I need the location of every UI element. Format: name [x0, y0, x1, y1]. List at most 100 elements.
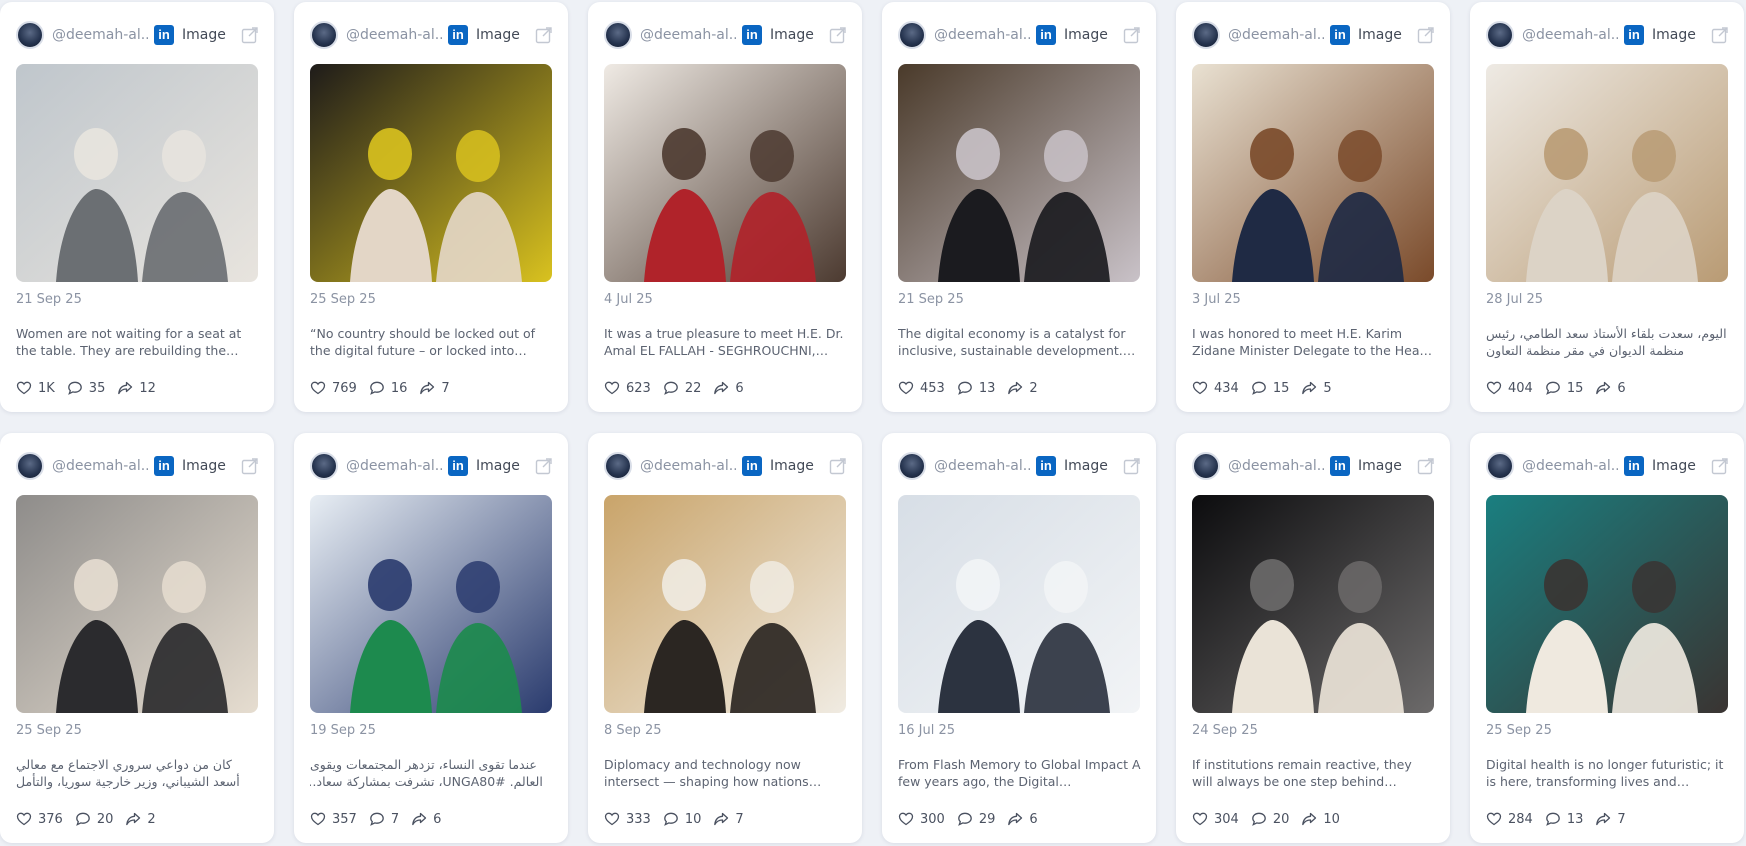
engagement-stats: 453 13 2 [898, 380, 1050, 396]
linkedin-icon: in [1330, 25, 1350, 45]
shares-count: 6 [1029, 811, 1038, 827]
avatar[interactable] [16, 452, 44, 480]
post-image[interactable] [898, 64, 1140, 282]
post-card[interactable]: @deemah-al... in Image 16 Jul 25 From Fl… [882, 433, 1156, 843]
external-link-icon[interactable] [828, 456, 848, 476]
share-icon [118, 381, 133, 395]
comment-icon [1251, 812, 1266, 826]
author-handle[interactable]: @deemah-al... [52, 27, 148, 43]
author-handle[interactable]: @deemah-al... [346, 27, 442, 43]
external-link-icon[interactable] [534, 456, 554, 476]
shares-count: 7 [1617, 811, 1626, 827]
post-image[interactable] [898, 495, 1140, 713]
avatar[interactable] [310, 452, 338, 480]
likes-count: 404 [1508, 380, 1533, 396]
external-link-icon[interactable] [240, 25, 260, 45]
post-type-label: Image [1358, 27, 1402, 43]
avatar[interactable] [1192, 21, 1220, 49]
avatar[interactable] [16, 21, 44, 49]
share-icon [1008, 381, 1023, 395]
avatar[interactable] [604, 21, 632, 49]
post-image[interactable] [1486, 64, 1728, 282]
external-link-icon[interactable] [1416, 25, 1436, 45]
external-link-icon[interactable] [1122, 25, 1142, 45]
comments-count: 29 [978, 811, 996, 827]
external-link-icon[interactable] [1416, 456, 1436, 476]
likes-stat: 1K [16, 380, 55, 396]
shares-stat: 6 [411, 811, 441, 827]
post-card[interactable]: @deemah-al... in Image 21 Sep 25 The dig… [882, 2, 1156, 412]
comments-stat: 16 [369, 380, 407, 396]
post-card[interactable]: @deemah-al... in Image 8 Sep 25 Diplomac… [588, 433, 862, 843]
post-image[interactable] [604, 64, 846, 282]
post-image[interactable] [1192, 495, 1434, 713]
avatar[interactable] [1486, 452, 1514, 480]
avatar[interactable] [898, 452, 926, 480]
post-card[interactable]: @deemah-al... in Image 25 Sep 25 “No cou… [294, 2, 568, 412]
avatar[interactable] [1192, 452, 1220, 480]
post-card[interactable]: @deemah-al... in Image 28 Jul 25 اليوم، … [1470, 2, 1744, 412]
comments-count: 13 [978, 380, 996, 396]
post-card[interactable]: @deemah-al... in Image 3 Jul 25 I was ho… [1176, 2, 1450, 412]
linkedin-icon: in [448, 456, 468, 476]
engagement-stats: 300 29 6 [898, 811, 1050, 827]
author-handle[interactable]: @deemah-al... [52, 458, 148, 474]
post-card[interactable]: @deemah-al... in Image 25 Sep 25 كان من … [0, 433, 274, 843]
external-link-icon[interactable] [240, 456, 260, 476]
comment-icon [369, 381, 384, 395]
post-date: 25 Sep 25 [310, 292, 376, 307]
avatar[interactable] [1486, 21, 1514, 49]
shares-count: 2 [1029, 380, 1038, 396]
author-handle[interactable]: @deemah-al... [346, 458, 442, 474]
post-caption: عندما تقوى النساء، تزدهر المجتمعات ويقوى… [310, 757, 543, 789]
post-caption: كان من دواعي سروري الاجتماع مع معالي أسع… [16, 757, 240, 789]
author-handle[interactable]: @deemah-al... [1522, 458, 1618, 474]
post-image[interactable] [16, 64, 258, 282]
share-icon [412, 812, 427, 826]
share-icon [1596, 812, 1611, 826]
comments-count: 10 [684, 811, 702, 827]
share-icon [1008, 812, 1023, 826]
avatar[interactable] [604, 452, 632, 480]
external-link-icon[interactable] [534, 25, 554, 45]
external-link-icon[interactable] [1710, 456, 1730, 476]
post-image[interactable] [1192, 64, 1434, 282]
author-handle[interactable]: @deemah-al... [640, 27, 736, 43]
post-image[interactable] [1486, 495, 1728, 713]
post-image[interactable] [16, 495, 258, 713]
post-type-label: Image [1358, 458, 1402, 474]
comment-icon [663, 812, 678, 826]
comment-icon [369, 812, 384, 826]
engagement-stats: 284 13 7 [1486, 811, 1638, 827]
author-handle[interactable]: @deemah-al... [640, 458, 736, 474]
post-caption: Digital health is no longer futuristic; … [1486, 757, 1724, 789]
post-card[interactable]: @deemah-al... in Image 25 Sep 25 Digital… [1470, 433, 1744, 843]
post-image[interactable] [310, 495, 552, 713]
comments-stat: 13 [957, 380, 996, 396]
external-link-icon[interactable] [1710, 25, 1730, 45]
post-card[interactable]: @deemah-al... in Image 21 Sep 25 Women a… [0, 2, 274, 412]
external-link-icon[interactable] [1122, 456, 1142, 476]
post-image[interactable] [310, 64, 552, 282]
likes-count: 453 [920, 380, 945, 396]
shares-stat: 7 [1595, 811, 1626, 827]
author-handle[interactable]: @deemah-al... [1522, 27, 1618, 43]
heart-icon [1486, 381, 1502, 395]
post-date: 21 Sep 25 [898, 292, 964, 307]
share-icon [420, 381, 435, 395]
comments-count: 7 [390, 811, 400, 827]
comment-icon [957, 381, 972, 395]
post-card[interactable]: @deemah-al... in Image 19 Sep 25 عندما ت… [294, 433, 568, 843]
avatar[interactable] [898, 21, 926, 49]
likes-count: 769 [332, 380, 357, 396]
author-handle[interactable]: @deemah-al... [1228, 27, 1324, 43]
post-card[interactable]: @deemah-al... in Image 4 Jul 25 It was a… [588, 2, 862, 412]
avatar[interactable] [310, 21, 338, 49]
author-handle[interactable]: @deemah-al... [1228, 458, 1324, 474]
author-handle[interactable]: @deemah-al... [934, 27, 1030, 43]
external-link-icon[interactable] [828, 25, 848, 45]
shares-count: 6 [735, 380, 744, 396]
author-handle[interactable]: @deemah-al... [934, 458, 1030, 474]
post-image[interactable] [604, 495, 846, 713]
post-card[interactable]: @deemah-al... in Image 24 Sep 25 If inst… [1176, 433, 1450, 843]
